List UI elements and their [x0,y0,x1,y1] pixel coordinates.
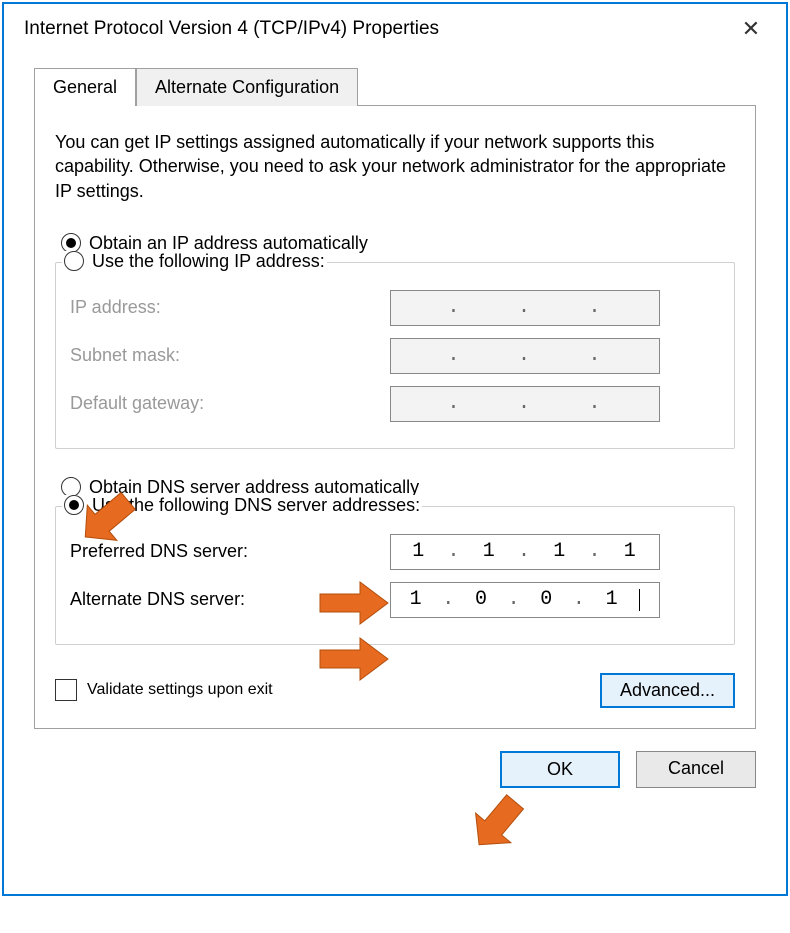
properties-dialog: Internet Protocol Version 4 (TCP/IPv4) P… [2,2,788,896]
alt-octet-3: 0 [540,588,554,611]
alternate-dns-label: Alternate DNS server: [70,589,390,610]
text-caret [639,589,640,611]
preferred-dns-label: Preferred DNS server: [70,541,390,562]
tab-general[interactable]: General [34,68,136,106]
advanced-button-label: Advanced... [620,680,715,700]
ip-group: Use the following IP address: IP address… [55,262,735,449]
radio-use-ip-manual[interactable] [64,251,84,271]
cancel-button-label: Cancel [668,758,724,778]
subnet-mask-label: Subnet mask: [70,345,390,366]
titlebar: Internet Protocol Version 4 (TCP/IPv4) P… [4,4,786,54]
window-title: Internet Protocol Version 4 (TCP/IPv4) P… [24,18,439,40]
description-text: You can get IP settings assigned automat… [55,130,735,203]
ok-button-label: OK [547,759,573,779]
tab-panel-general: You can get IP settings assigned automat… [34,105,756,729]
client-area: General Alternate Configuration You can … [4,54,786,894]
default-gateway-label: Default gateway: [70,393,390,414]
dns-group: Use the following DNS server addresses: … [55,506,735,645]
pref-octet-1: 1 [412,540,426,563]
pref-octet-4: 1 [624,540,638,563]
alternate-dns-input[interactable]: 1. 0. 0. 1 [390,582,660,618]
preferred-dns-input[interactable]: 1. 1. 1. 1 [390,534,660,570]
validate-label: Validate settings upon exit [87,681,273,699]
alt-octet-4: 1 [606,588,620,611]
radio-use-dns-manual-label: Use the following DNS server addresses: [92,495,420,516]
ip-address-input: . . . [390,290,660,326]
alt-octet-1: 1 [410,588,424,611]
ip-address-label: IP address: [70,297,390,318]
validate-checkbox[interactable] [55,679,77,701]
tab-alternate-label: Alternate Configuration [155,77,339,97]
alt-octet-2: 0 [475,588,489,611]
tab-strip: General Alternate Configuration [34,68,756,106]
subnet-mask-input: . . . [390,338,660,374]
close-icon[interactable]: ✕ [726,16,776,42]
annotation-arrow-icon [464,790,534,852]
pref-octet-3: 1 [553,540,567,563]
radio-use-ip-manual-label: Use the following IP address: [92,251,325,272]
bottom-row: Validate settings upon exit Advanced... [55,673,735,708]
radio-use-dns-manual[interactable] [64,495,84,515]
pref-octet-2: 1 [483,540,497,563]
ok-button[interactable]: OK [500,751,620,788]
default-gateway-input: . . . [390,386,660,422]
advanced-button[interactable]: Advanced... [600,673,735,708]
dialog-buttons: OK Cancel [34,751,756,788]
cancel-button[interactable]: Cancel [636,751,756,788]
tab-alternate[interactable]: Alternate Configuration [136,68,358,106]
tab-general-label: General [53,77,117,97]
